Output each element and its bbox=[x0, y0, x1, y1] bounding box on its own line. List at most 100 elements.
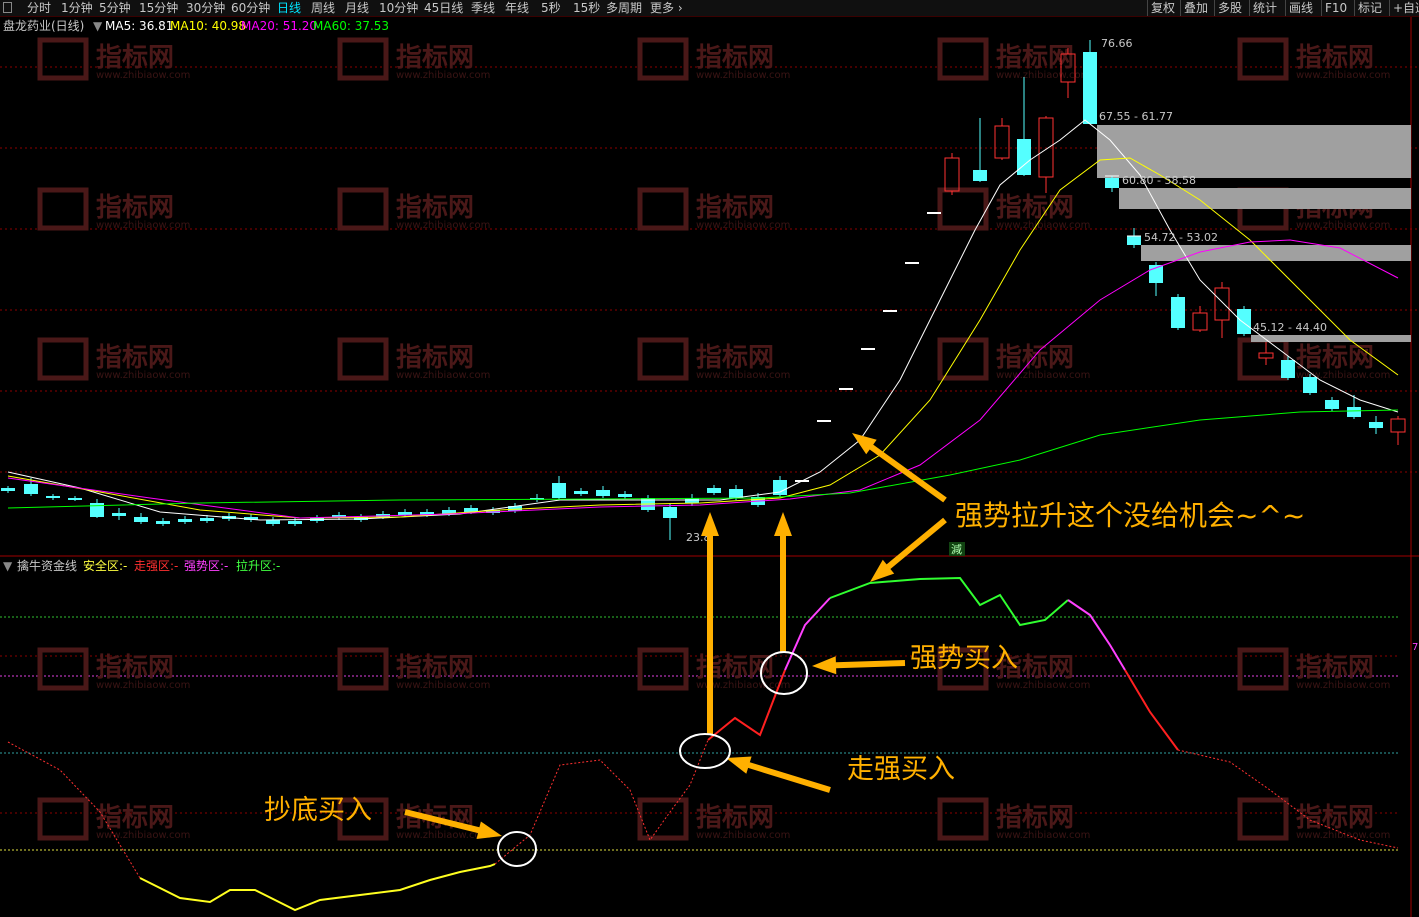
annotation-bottom-buy: 抄底买入 bbox=[264, 795, 372, 826]
watermark-logo bbox=[937, 37, 989, 81]
watermark-text: 指标网 bbox=[96, 803, 174, 833]
right-edge-mark: 7 bbox=[1412, 642, 1418, 653]
watermark-url: www.zhibiaow.com bbox=[696, 830, 790, 841]
watermark-logo bbox=[637, 337, 689, 381]
arrow-power-up bbox=[774, 512, 792, 652]
watermark-logo bbox=[337, 187, 389, 231]
candle-body-down bbox=[1105, 178, 1119, 188]
watermark-url: www.zhibiaow.com bbox=[396, 70, 490, 81]
candle-body-down bbox=[1083, 52, 1097, 124]
candle-body-down bbox=[134, 517, 148, 522]
watermark-logo bbox=[37, 187, 89, 231]
indicator-lines bbox=[7, 576, 1399, 912]
candle-body-down bbox=[156, 521, 170, 524]
candle-body-down bbox=[552, 483, 566, 498]
watermark-text: 指标网 bbox=[396, 43, 474, 73]
candle-body-down bbox=[973, 170, 987, 181]
watermark-url: www.zhibiaow.com bbox=[996, 830, 1090, 841]
watermark-text: 指标网 bbox=[396, 193, 474, 223]
arrow-to-lift-line bbox=[870, 517, 947, 582]
candle-body-down bbox=[1, 488, 15, 491]
candle-body-down bbox=[112, 513, 126, 516]
watermark-text: 指标网 bbox=[996, 193, 1074, 223]
candle-body-down bbox=[398, 512, 412, 515]
watermark-url: www.zhibiaow.com bbox=[396, 370, 490, 381]
signal-badge: 減 bbox=[951, 542, 962, 556]
candle-body-down bbox=[68, 498, 82, 500]
watermark-url: www.zhibiaow.com bbox=[996, 220, 1090, 231]
watermark-text: 指标网 bbox=[96, 653, 174, 683]
watermark-text: 指标网 bbox=[996, 43, 1074, 73]
watermark-logo bbox=[1237, 37, 1289, 81]
candle-body-down bbox=[266, 520, 280, 524]
watermark-url: www.zhibiaow.com bbox=[996, 70, 1090, 81]
watermark-url: www.zhibiaow.com bbox=[96, 70, 190, 81]
annotation-power-buy: 强势买入 bbox=[910, 643, 1018, 674]
candle-body-up bbox=[1192, 312, 1208, 331]
candle-body-down bbox=[200, 518, 214, 521]
safe-zone-line bbox=[139, 863, 496, 912]
candle-body-up bbox=[1390, 418, 1406, 433]
annotation-strong-buy: 走强买入 bbox=[847, 754, 955, 785]
gap-label-1: 67.55 - 61.77 bbox=[1099, 110, 1173, 123]
watermark-url: www.zhibiaow.com bbox=[1296, 830, 1390, 841]
lift-zone-line bbox=[829, 576, 1069, 627]
candle-body-up bbox=[944, 157, 960, 192]
ma60-line bbox=[7, 409, 1399, 509]
candle-body-up bbox=[1214, 287, 1230, 321]
arrow-power-buy bbox=[812, 656, 906, 675]
gap-label-2: 60.80 - 58.58 bbox=[1122, 174, 1196, 187]
candle-body-down bbox=[46, 496, 60, 498]
watermark-text: 指标网 bbox=[696, 43, 774, 73]
watermark-text: 指标网 bbox=[696, 803, 774, 833]
watermark-logo bbox=[37, 37, 89, 81]
candle-body-down bbox=[574, 491, 588, 494]
gap-label-3: 54.72 - 53.02 bbox=[1144, 231, 1218, 244]
watermark-logo bbox=[637, 37, 689, 81]
watermark-text: 指标网 bbox=[996, 803, 1074, 833]
power-zone-line bbox=[1067, 599, 1126, 671]
watermark-url: www.zhibiaow.com bbox=[396, 680, 490, 691]
watermark-url: www.zhibiaow.com bbox=[1296, 220, 1390, 231]
watermark-text: 指标网 bbox=[396, 653, 474, 683]
candle-body-down bbox=[178, 519, 192, 522]
strong-buy-circle bbox=[679, 733, 731, 769]
strong-zone-line bbox=[1124, 669, 1179, 751]
candle-body-down bbox=[729, 489, 743, 498]
watermark-text: 指标网 bbox=[396, 343, 474, 373]
watermark-text: 指标网 bbox=[996, 343, 1074, 373]
candle-body-down bbox=[1171, 297, 1185, 328]
arrow-to-rise bbox=[852, 433, 947, 503]
candle-body-up bbox=[1258, 352, 1274, 359]
arrow-strong-buy bbox=[726, 756, 831, 793]
candle-body-up bbox=[994, 125, 1010, 159]
watermark-logo bbox=[1237, 797, 1289, 841]
candle-body-down bbox=[618, 494, 632, 497]
watermark-text: 指标网 bbox=[1296, 343, 1374, 373]
watermark-logo bbox=[937, 797, 989, 841]
gap-zone bbox=[1097, 125, 1411, 178]
candle-body-down bbox=[596, 490, 610, 496]
watermark-text: 指标网 bbox=[96, 193, 174, 223]
gap-zone bbox=[1119, 188, 1411, 209]
watermark-logo bbox=[37, 797, 89, 841]
candle-body-down bbox=[1281, 360, 1295, 378]
annotation-strong-rise: 强势拉升这个没给机会~^~ bbox=[955, 499, 1305, 532]
watermark-logo bbox=[637, 187, 689, 231]
kline-chart[interactable]: 指标网www.zhibiaow.com指标网www.zhibiaow.com指标… bbox=[0, 0, 1419, 917]
bottom-buy-circle bbox=[497, 831, 537, 867]
watermark-text: 指标网 bbox=[696, 193, 774, 223]
watermark-text: 指标网 bbox=[96, 43, 174, 73]
high-price-label: 76.66 bbox=[1101, 37, 1133, 50]
watermark-logo bbox=[1237, 337, 1289, 381]
watermark-url: www.zhibiaow.com bbox=[96, 830, 190, 841]
arrow-strong-up bbox=[701, 512, 719, 735]
watermark-url: www.zhibiaow.com bbox=[96, 680, 190, 691]
watermark-url: www.zhibiaow.com bbox=[1296, 70, 1390, 81]
candle-body-down bbox=[1303, 377, 1317, 393]
candle-body-down bbox=[288, 521, 302, 524]
watermark-url: www.zhibiaow.com bbox=[696, 220, 790, 231]
watermark-url: www.zhibiaow.com bbox=[696, 70, 790, 81]
watermark-url: www.zhibiaow.com bbox=[696, 370, 790, 381]
candle-body-down bbox=[707, 488, 721, 493]
